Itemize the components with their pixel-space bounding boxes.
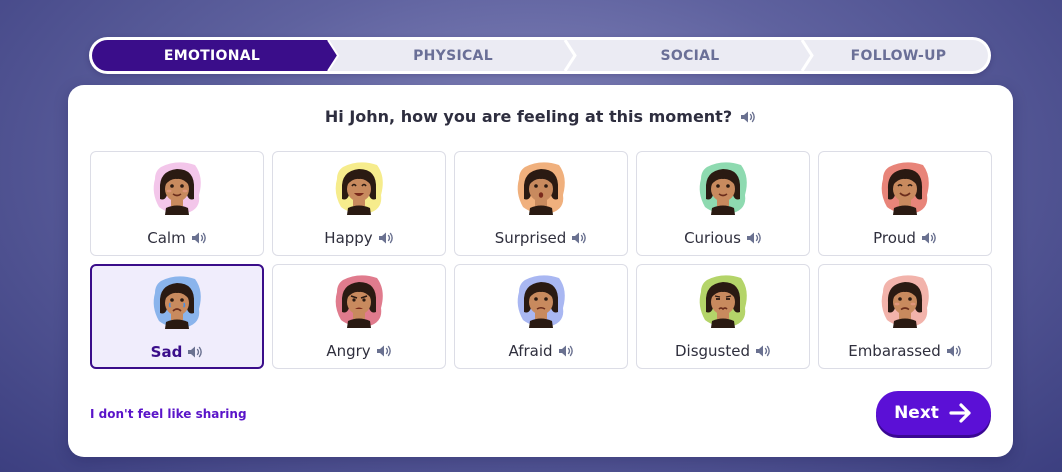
emotion-avatar xyxy=(877,272,933,328)
speaker-icon[interactable] xyxy=(755,344,771,358)
emotion-label: Surprised xyxy=(494,229,567,247)
emotion-face-icon xyxy=(335,162,383,215)
emotion-label-row: Afraid xyxy=(455,342,627,360)
emotion-option-afraid[interactable]: Afraid xyxy=(454,264,628,369)
emotion-label-row: Happy xyxy=(273,229,445,247)
emotion-face-icon xyxy=(153,276,201,329)
emotion-label-row: Proud xyxy=(819,229,991,247)
step-social[interactable]: SOCIAL xyxy=(572,40,808,71)
emotion-label-row: Sad xyxy=(92,343,262,361)
speaker-icon[interactable] xyxy=(921,231,937,245)
speaker-icon[interactable] xyxy=(946,344,962,358)
emotion-label: Proud xyxy=(873,229,916,247)
emotion-card: Hi John, how you are feeling at this mom… xyxy=(68,85,1013,457)
emotion-label-row: Curious xyxy=(637,229,809,247)
emotion-face-icon xyxy=(517,275,565,328)
emotion-option-curious[interactable]: Curious xyxy=(636,151,810,256)
emotion-label-row: Angry xyxy=(273,342,445,360)
emotion-avatar xyxy=(695,272,751,328)
speaker-icon[interactable] xyxy=(558,344,574,358)
emotion-avatar xyxy=(149,273,205,329)
emotion-grid: Calm Happy Surprised Curious Proud Sad Angry Af… xyxy=(90,151,992,369)
step-physical[interactable]: PHYSICAL xyxy=(335,40,571,71)
progress-stepper: EMOTIONAL PHYSICAL SOCIAL FOLLOW-UP xyxy=(89,37,991,74)
emotion-face-icon xyxy=(699,275,747,328)
emotion-label: Happy xyxy=(324,229,373,247)
emotion-avatar xyxy=(513,272,569,328)
emotion-avatar xyxy=(331,159,387,215)
question-row: Hi John, how you are feeling at this mom… xyxy=(68,107,1013,126)
emotion-option-sad[interactable]: Sad xyxy=(90,264,264,369)
step-emotional[interactable]: EMOTIONAL xyxy=(92,40,332,71)
emotion-option-calm[interactable]: Calm xyxy=(90,151,264,256)
emotion-label-row: Surprised xyxy=(455,229,627,247)
arrow-right-icon xyxy=(949,403,971,423)
speaker-icon[interactable] xyxy=(378,231,394,245)
speaker-icon[interactable] xyxy=(746,231,762,245)
emotion-avatar xyxy=(149,159,205,215)
next-button-label: Next xyxy=(894,403,939,423)
speaker-icon[interactable] xyxy=(187,345,203,359)
emotion-option-surprised[interactable]: Surprised xyxy=(454,151,628,256)
next-button[interactable]: Next xyxy=(876,391,991,435)
emotion-label-row: Calm xyxy=(91,229,263,247)
emotion-label: Calm xyxy=(147,229,186,247)
speaker-icon[interactable] xyxy=(740,110,756,124)
emotion-option-proud[interactable]: Proud xyxy=(818,151,992,256)
speaker-icon[interactable] xyxy=(191,231,207,245)
emotion-avatar xyxy=(513,159,569,215)
emotion-label-row: Embarassed xyxy=(819,342,991,360)
emotion-face-icon xyxy=(699,162,747,215)
speaker-icon[interactable] xyxy=(571,231,587,245)
emotion-option-happy[interactable]: Happy xyxy=(272,151,446,256)
question-text: Hi John, how you are feeling at this mom… xyxy=(324,107,733,126)
emotion-face-icon xyxy=(153,162,201,215)
speaker-icon[interactable] xyxy=(376,344,392,358)
step-follow-up[interactable]: FOLLOW-UP xyxy=(809,40,988,71)
emotion-option-angry[interactable]: Angry xyxy=(272,264,446,369)
emotion-face-icon xyxy=(881,162,929,215)
decline-sharing-link[interactable]: I don't feel like sharing xyxy=(90,407,247,421)
emotion-label: Curious xyxy=(684,229,741,247)
emotion-avatar xyxy=(695,159,751,215)
emotion-option-disgusted[interactable]: Disgusted xyxy=(636,264,810,369)
emotion-option-embarassed[interactable]: Embarassed xyxy=(818,264,992,369)
emotion-avatar xyxy=(877,159,933,215)
emotion-face-icon xyxy=(517,162,565,215)
emotion-label: Angry xyxy=(326,342,371,360)
emotion-label: Embarassed xyxy=(848,342,941,360)
emotion-face-icon xyxy=(335,275,383,328)
emotion-label: Afraid xyxy=(508,342,553,360)
emotion-label: Sad xyxy=(150,343,183,361)
emotion-label: Disgusted xyxy=(674,342,750,360)
emotion-face-icon xyxy=(881,275,929,328)
emotion-label-row: Disgusted xyxy=(637,342,809,360)
emotion-avatar xyxy=(331,272,387,328)
